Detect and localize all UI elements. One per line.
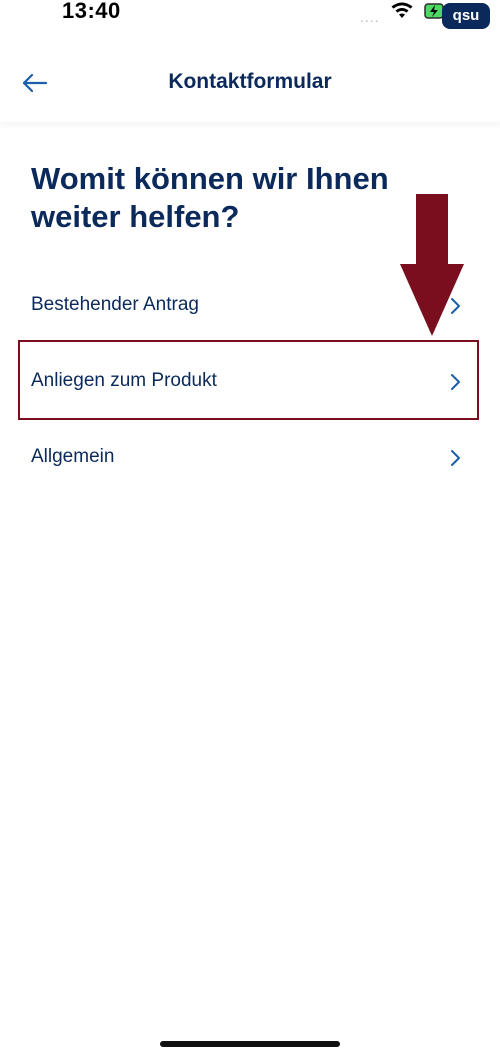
headline: Womit können wir Ihnen weiter helfen? [31, 161, 389, 234]
wifi-icon [391, 2, 413, 18]
option-label: Allgemein [31, 446, 115, 467]
home-indicator[interactable] [160, 1041, 340, 1047]
option-allgemein[interactable]: Allgemein [0, 420, 500, 496]
option-label: Bestehender Antrag [31, 294, 199, 315]
status-time: 13:40 [62, 0, 121, 23]
chevron-right-icon [451, 450, 460, 466]
chevron-right-icon [451, 298, 460, 314]
options-list: Bestehender Antrag Anliegen zum Produkt … [0, 268, 500, 496]
status-bar: 13:40 .... qsu [0, 0, 500, 30]
option-anliegen-zum-produkt[interactable]: Anliegen zum Produkt [0, 344, 500, 420]
option-label: Anliegen zum Produkt [31, 370, 217, 391]
signal-icon: .... [360, 9, 380, 25]
user-badge[interactable]: qsu [442, 3, 490, 29]
nav-header: Kontaktformular [0, 38, 500, 122]
page-title: Kontaktformular [168, 70, 332, 93]
option-bestehender-antrag[interactable]: Bestehender Antrag [0, 268, 500, 344]
chevron-right-icon [451, 374, 460, 390]
